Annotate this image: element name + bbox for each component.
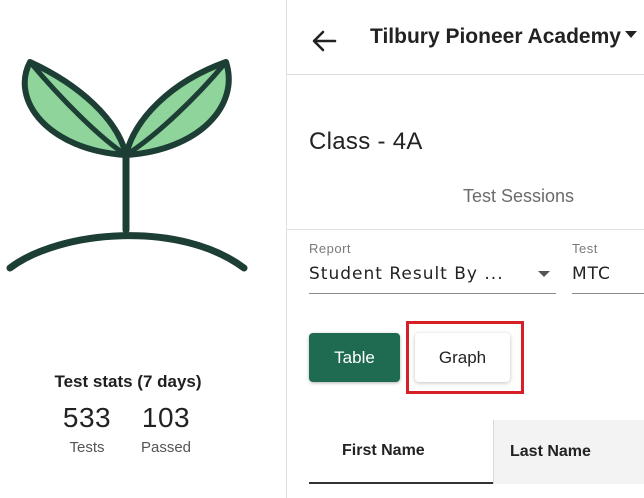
main-panel: Tilbury Pioneer Academy Class - 4A Test … — [287, 0, 644, 498]
school-selector[interactable]: Tilbury Pioneer Academy — [370, 25, 621, 49]
sprout-icon — [6, 59, 248, 272]
table-view-button[interactable]: Table — [309, 333, 400, 382]
column-header-last-name[interactable]: Last Name — [493, 420, 644, 484]
tests-count: 533 — [62, 402, 112, 433]
passed-count: 103 — [141, 402, 191, 433]
tabs-divider — [287, 229, 644, 230]
tests-label: Tests — [69, 439, 105, 456]
page-title: Class - 4A — [309, 128, 423, 155]
graph-highlight-box — [406, 321, 524, 394]
report-underline — [309, 293, 556, 294]
test-select[interactable]: MTC — [572, 264, 611, 284]
report-label: Report — [309, 241, 352, 256]
column-header-first-name[interactable]: First Name — [309, 420, 493, 484]
report-caret-icon[interactable] — [538, 271, 550, 277]
test-label: Test — [572, 241, 598, 256]
passed-stat: 103 Passed — [135, 402, 197, 456]
sidebar: Test stats (7 days) 533 Tests 103 Passed — [0, 0, 286, 498]
passed-label: Passed — [140, 439, 192, 456]
top-bar: Tilbury Pioneer Academy — [287, 0, 644, 75]
report-select[interactable]: Student Result By ... — [309, 264, 504, 284]
test-stats-title: Test stats (7 days) — [54, 372, 202, 391]
tests-stat: 533 Tests — [58, 402, 116, 456]
caret-down-icon[interactable] — [625, 31, 637, 38]
arrow-left-icon[interactable] — [309, 26, 339, 56]
tab-test-sessions[interactable]: Test Sessions — [463, 186, 574, 207]
test-underline — [572, 293, 644, 294]
